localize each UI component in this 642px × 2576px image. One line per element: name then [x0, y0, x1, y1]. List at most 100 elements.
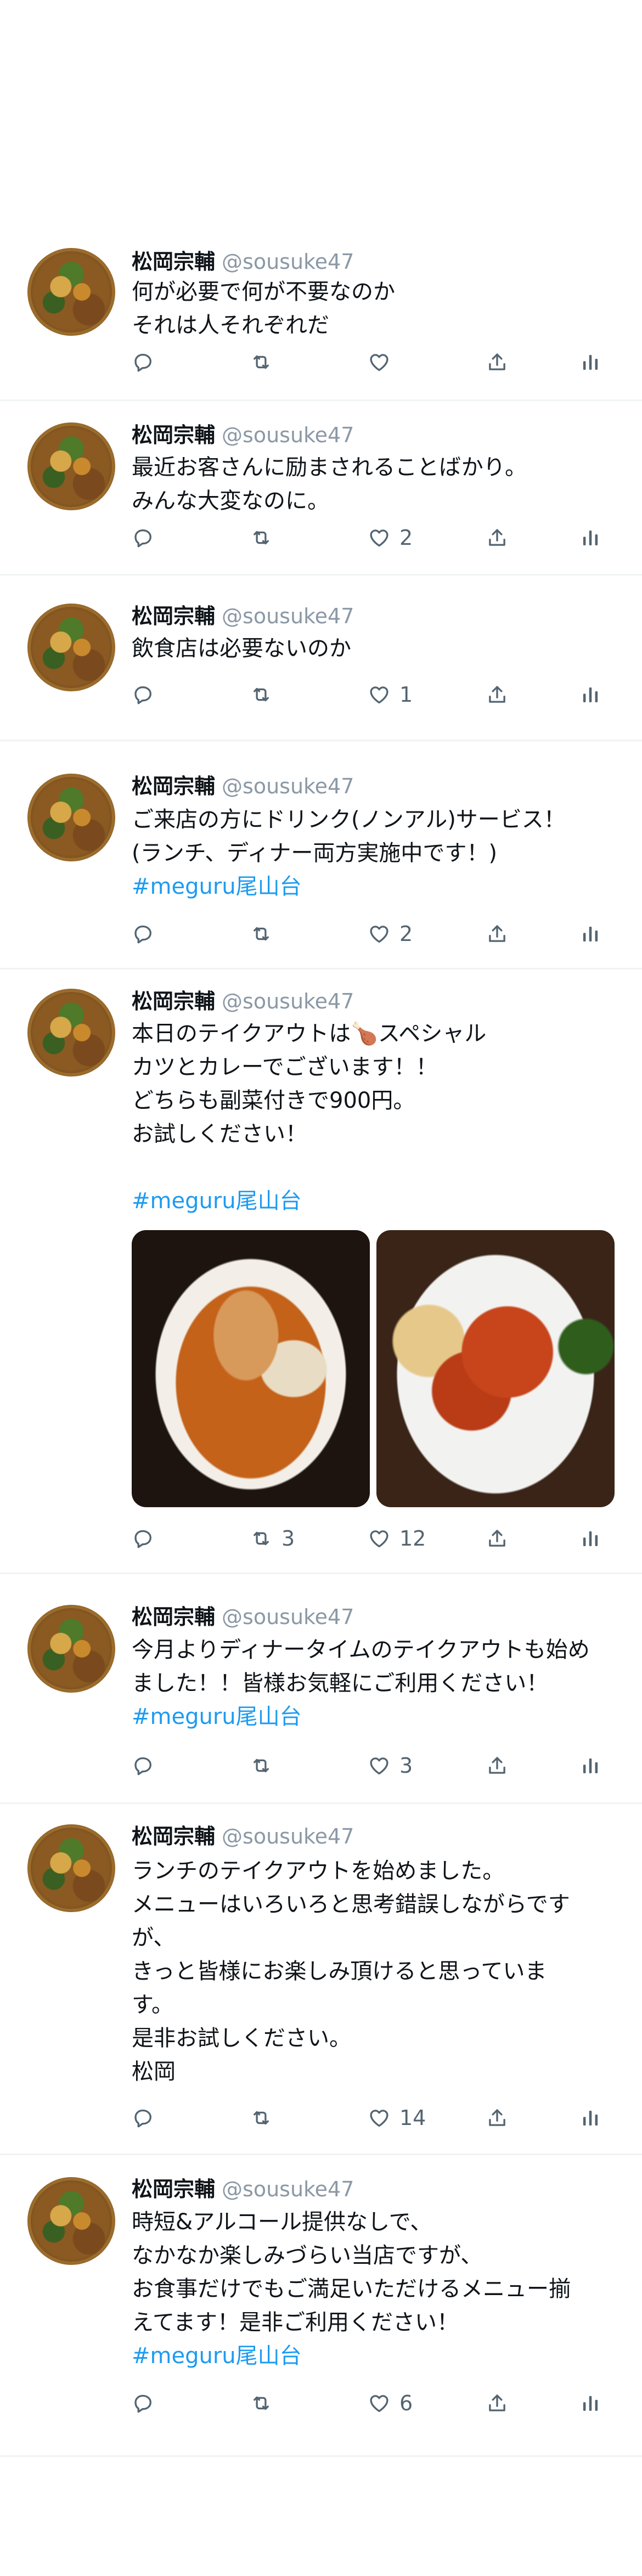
author-handle[interactable]: @sousuke47: [222, 1824, 354, 1848]
avatar[interactable]: [27, 248, 115, 336]
tweet-actions: 3 12: [132, 1522, 604, 1555]
tweet-text-line: どちらも副菜付きで900円。: [132, 1088, 415, 1113]
tweet-text-line: ランチのテイクアウトを始めました。: [132, 1858, 505, 1884]
avatar[interactable]: [27, 2177, 115, 2265]
author-name[interactable]: 松岡宗輔: [132, 2177, 215, 2201]
tweet-text-line: す。: [132, 1992, 173, 2017]
hashtag-link[interactable]: #meguru尾山台: [132, 870, 626, 904]
author-name[interactable]: 松岡宗輔: [132, 1824, 215, 1848]
retweet-button[interactable]: [250, 2387, 273, 2420]
author-handle[interactable]: @sousuke47: [222, 2177, 354, 2201]
retweet-button[interactable]: [250, 521, 273, 554]
like-button[interactable]: 1: [368, 678, 413, 711]
share-button[interactable]: [486, 2101, 509, 2134]
stats-button[interactable]: [579, 1522, 602, 1555]
reply-icon: [132, 1527, 155, 1550]
share-icon: [486, 683, 509, 706]
stats-icon: [579, 1754, 602, 1777]
stats-icon: [579, 683, 602, 706]
tweet-header: 松岡宗輔 @sousuke47: [132, 248, 354, 275]
tweet-text-line: メニューはいろいろと思考錯誤しながらです: [132, 1892, 570, 1917]
retweet-button[interactable]: [250, 917, 273, 950]
retweet-button[interactable]: [250, 678, 273, 711]
retweet-button[interactable]: 3: [250, 1522, 295, 1555]
like-button[interactable]: 6: [368, 2387, 413, 2420]
stats-button[interactable]: [579, 2387, 602, 2420]
tweet-divider: [0, 1802, 642, 1804]
author-handle[interactable]: @sousuke47: [222, 604, 354, 628]
reply-button[interactable]: [132, 2387, 155, 2420]
retweet-count: 3: [281, 1526, 295, 1551]
author-handle[interactable]: @sousuke47: [222, 989, 354, 1013]
reply-button[interactable]: [132, 1522, 155, 1555]
like-button[interactable]: 14: [368, 2101, 426, 2134]
reply-icon: [132, 526, 155, 549]
retweet-button[interactable]: [250, 1749, 273, 1782]
share-button[interactable]: [486, 346, 509, 379]
like-count: 12: [399, 1526, 426, 1551]
author-name[interactable]: 松岡宗輔: [132, 250, 215, 274]
stats-button[interactable]: [579, 678, 602, 711]
retweet-button[interactable]: [250, 346, 273, 379]
like-button[interactable]: 2: [368, 917, 413, 950]
stats-button[interactable]: [579, 917, 602, 950]
retweet-button[interactable]: [250, 2101, 273, 2134]
like-icon: [368, 683, 391, 706]
tweet-actions: 2: [132, 521, 604, 554]
tweet-text-line: (ランチ、ディナー両方実施中です！): [132, 841, 498, 866]
stats-icon: [579, 2106, 602, 2129]
reply-button[interactable]: [132, 678, 155, 711]
reply-button[interactable]: [132, 521, 155, 554]
like-button[interactable]: 2: [368, 521, 413, 554]
stats-button[interactable]: [579, 1749, 602, 1782]
avatar[interactable]: [27, 774, 115, 861]
hashtag-link[interactable]: #meguru尾山台: [132, 1185, 626, 1218]
cutlet-photo[interactable]: [376, 1230, 615, 1507]
like-button[interactable]: 12: [368, 1522, 426, 1555]
share-icon: [486, 2106, 509, 2129]
author-name[interactable]: 松岡宗輔: [132, 1605, 215, 1629]
author-handle[interactable]: @sousuke47: [222, 774, 354, 798]
tweet-text: 飲食店は必要ないのか: [132, 632, 626, 666]
like-count: 6: [399, 2391, 413, 2415]
share-icon: [486, 2392, 509, 2415]
hashtag-link[interactable]: #meguru尾山台: [132, 2340, 626, 2373]
avatar[interactable]: [27, 989, 115, 1076]
author-handle[interactable]: @sousuke47: [222, 1605, 354, 1629]
like-button[interactable]: 3: [368, 1749, 413, 1782]
share-button[interactable]: [486, 678, 509, 711]
hashtag-link[interactable]: #meguru尾山台: [132, 1700, 626, 1734]
author-handle[interactable]: @sousuke47: [222, 423, 354, 447]
tweet-text-line: お試しください！: [132, 1121, 307, 1147]
stats-button[interactable]: [579, 521, 602, 554]
author-name[interactable]: 松岡宗輔: [132, 604, 215, 628]
share-button[interactable]: [486, 917, 509, 950]
avatar[interactable]: [27, 1605, 115, 1693]
avatar[interactable]: [27, 422, 115, 510]
like-button[interactable]: [368, 346, 391, 379]
chicken-curry-photo[interactable]: [132, 1230, 370, 1507]
stats-icon: [579, 526, 602, 549]
share-button[interactable]: [486, 2387, 509, 2420]
retweet-icon: [250, 2106, 273, 2129]
tweet-text: 何が必要で何が不要なのか それは人それぞれだ: [132, 275, 626, 342]
stats-button[interactable]: [579, 346, 602, 379]
avatar[interactable]: [27, 1824, 115, 1912]
share-button[interactable]: [486, 1749, 509, 1782]
tweet-divider: [0, 1572, 642, 1574]
reply-button[interactable]: [132, 1749, 155, 1782]
author-handle[interactable]: @sousuke47: [222, 250, 354, 274]
share-button[interactable]: [486, 521, 509, 554]
tweet-actions: 3: [132, 1749, 604, 1782]
tweet-text-line: 飲食店は必要ないのか: [132, 636, 351, 661]
reply-button[interactable]: [132, 917, 155, 950]
share-button[interactable]: [486, 1522, 509, 1555]
author-name[interactable]: 松岡宗輔: [132, 989, 215, 1013]
author-name[interactable]: 松岡宗輔: [132, 774, 215, 798]
reply-button[interactable]: [132, 2101, 155, 2134]
reply-button[interactable]: [132, 346, 155, 379]
avatar[interactable]: [27, 604, 115, 691]
stats-button[interactable]: [579, 2101, 602, 2134]
like-icon: [368, 351, 391, 374]
author-name[interactable]: 松岡宗輔: [132, 423, 215, 447]
